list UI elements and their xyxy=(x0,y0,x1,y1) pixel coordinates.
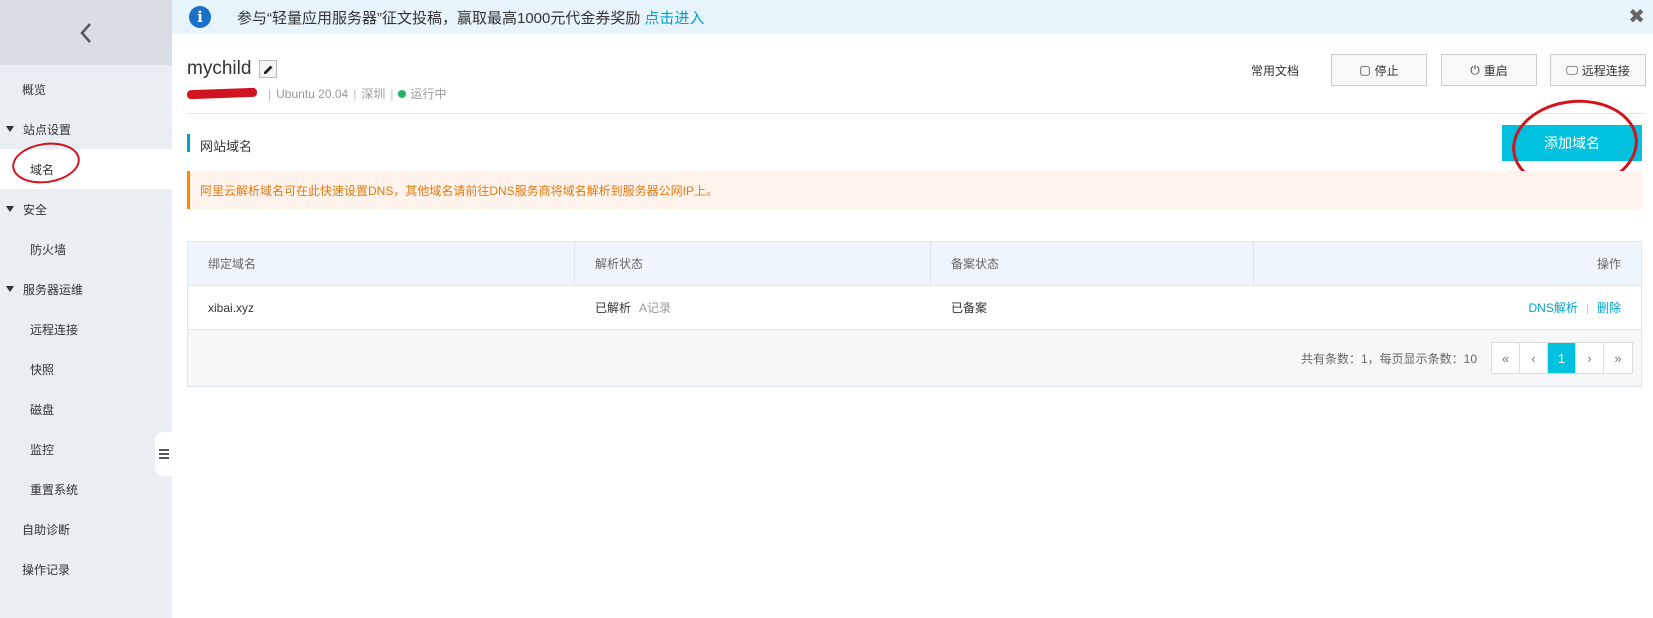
page-current-button[interactable]: 1 xyxy=(1548,343,1576,373)
caret-down-icon xyxy=(6,206,14,212)
sidebar-collapse-toggle[interactable] xyxy=(155,432,172,476)
menu-icon xyxy=(158,449,169,459)
back-button[interactable] xyxy=(0,0,172,65)
sidebar-item-firewall[interactable]: 防火墙 xyxy=(0,229,172,269)
column-header-domain: 绑定域名 xyxy=(188,242,575,285)
instance-status: 运行中 xyxy=(410,87,447,101)
power-icon: ⏻ xyxy=(1470,62,1480,77)
dns-notice: 阿里云解析域名可在此快速设置DNS，其他域名请前往DNS服务商将域名解析到服务器… xyxy=(187,171,1642,209)
sidebar: 概览 站点设置 域名 安全 防火墙 服务器运维 远程连接 快照 磁盘 监控 重置… xyxy=(0,0,172,618)
sidebar-group-server-ops[interactable]: 服务器运维 xyxy=(0,269,172,309)
cell-actions: DNS解析 | 删除 xyxy=(1528,299,1621,316)
instance-name: mychild xyxy=(187,58,252,79)
dns-resolve-link[interactable]: DNS解析 xyxy=(1529,299,1578,316)
instance-region: 深圳 xyxy=(361,87,386,101)
sidebar-item-diagnosis[interactable]: 自助诊断 xyxy=(0,509,172,549)
sidebar-group-security[interactable]: 安全 xyxy=(0,189,172,229)
remote-connect-button[interactable]: 🖵 远程连接 xyxy=(1550,54,1646,86)
page-last-button[interactable]: » xyxy=(1604,343,1632,373)
column-header-icp-status: 备案状态 xyxy=(931,242,1254,285)
sidebar-item-operation-log[interactable]: 操作记录 xyxy=(0,549,172,589)
docs-link[interactable]: 常用文档 xyxy=(1251,62,1299,79)
column-header-actions: 操作 xyxy=(1596,257,1621,271)
domain-table: 绑定域名 解析状态 备案状态 操作 xibai.xyz 已解析 A记录 已备案 … xyxy=(187,241,1642,387)
sidebar-item-reset-system[interactable]: 重置系统 xyxy=(0,469,172,509)
sidebar-item-overview[interactable]: 概览 xyxy=(0,69,172,109)
sidebar-item-monitor[interactable]: 监控 xyxy=(0,429,172,469)
sidebar-item-remote[interactable]: 远程连接 xyxy=(0,309,172,349)
caret-down-icon xyxy=(6,126,14,132)
pagination: « ‹ 1 › » xyxy=(1491,342,1633,374)
page-first-button[interactable]: « xyxy=(1492,343,1520,373)
sidebar-item-snapshot[interactable]: 快照 xyxy=(0,349,172,389)
instance-title: mychild xyxy=(187,58,278,80)
info-icon: i xyxy=(189,6,211,28)
promo-banner: i 参与“轻量应用服务器”征文投稿，赢取最高1000元代金券奖励 点击进入 ✖ xyxy=(172,0,1653,34)
redaction-mark xyxy=(186,87,258,100)
stop-button[interactable]: ▢ 停止 xyxy=(1331,54,1427,86)
section-title: 网站域名 xyxy=(200,139,253,154)
monitor-icon: 🖵 xyxy=(1566,62,1578,77)
caret-down-icon xyxy=(6,286,14,292)
close-icon[interactable]: ✖ xyxy=(1628,4,1645,29)
banner-text: 参与“轻量应用服务器”征文投稿，赢取最高1000元代金券奖励 xyxy=(237,9,641,27)
header-actions: 常用文档 ▢ 停止 ⏻ 重启 🖵 远程连接 xyxy=(1251,54,1646,86)
sidebar-menu: 概览 站点设置 域名 安全 防火墙 服务器运维 远程连接 快照 磁盘 监控 重置… xyxy=(0,65,172,589)
divider xyxy=(187,113,1645,114)
cell-domain: xibai.xyz xyxy=(208,300,255,315)
table-row: xibai.xyz 已解析 A记录 已备案 DNS解析 | 删除 xyxy=(188,286,1641,330)
edit-name-button[interactable] xyxy=(259,60,278,78)
table-footer: 共有条数：1，每页显示条数：10 « ‹ 1 › » xyxy=(188,330,1641,386)
column-header-dns-status: 解析状态 xyxy=(575,242,931,285)
page-prev-button[interactable]: ‹ xyxy=(1520,343,1548,373)
table-header: 绑定域名 解析状态 备案状态 操作 xyxy=(188,242,1641,286)
section-accent-bar xyxy=(187,134,190,152)
sidebar-item-disk[interactable]: 磁盘 xyxy=(0,389,172,429)
chevron-left-icon xyxy=(80,22,91,43)
instance-os: Ubuntu 20.04 xyxy=(276,86,349,101)
restart-button[interactable]: ⏻ 重启 xyxy=(1441,54,1537,86)
page-next-button[interactable]: › xyxy=(1576,343,1604,373)
cell-dns-status: 已解析 A记录 xyxy=(595,301,672,315)
pagination-info: 共有条数：1，每页显示条数：10 xyxy=(1300,351,1477,366)
delete-link[interactable]: 删除 xyxy=(1597,299,1621,316)
status-dot xyxy=(398,89,407,98)
instance-meta: | Ubuntu 20.04 | 深圳 | 运行中 xyxy=(186,85,447,102)
pencil-icon xyxy=(263,65,273,74)
banner-link[interactable]: 点击进入 xyxy=(644,7,704,28)
stop-icon: ▢ xyxy=(1359,63,1371,77)
sidebar-group-site-settings[interactable]: 站点设置 xyxy=(0,109,172,149)
cell-icp-status: 已备案 xyxy=(951,301,988,315)
